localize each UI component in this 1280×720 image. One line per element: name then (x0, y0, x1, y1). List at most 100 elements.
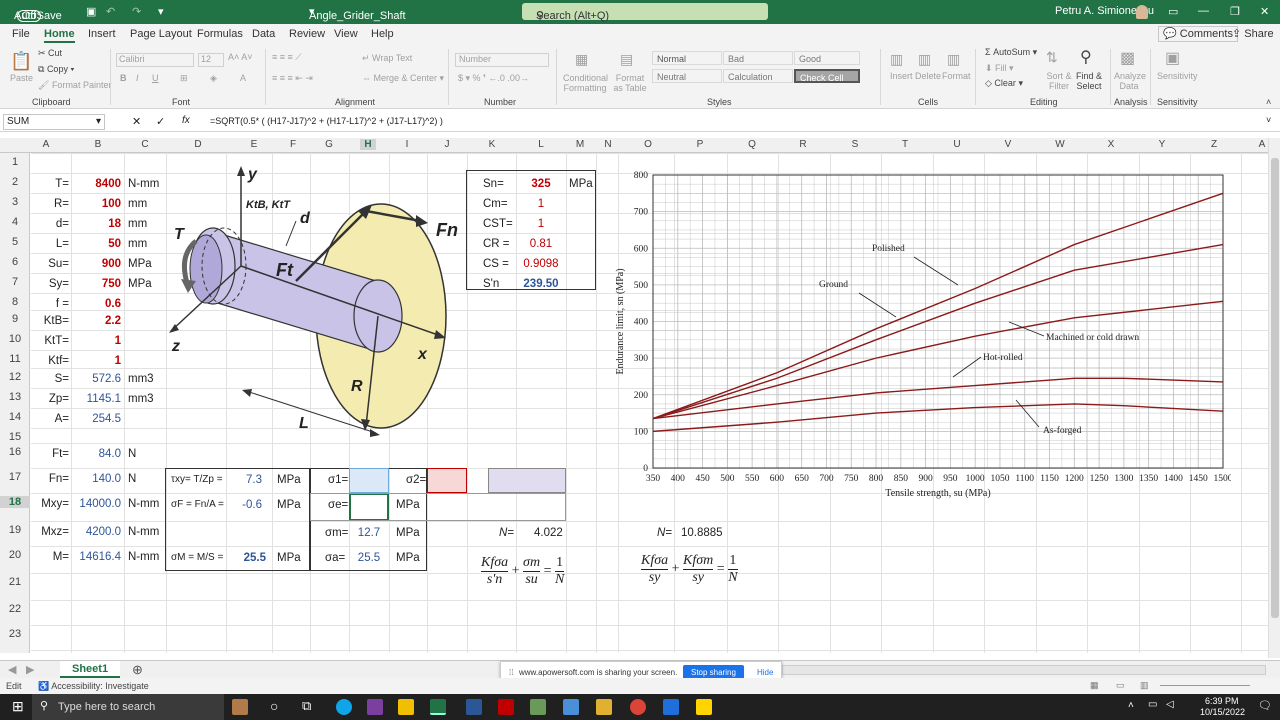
row-header-19[interactable]: 19 (0, 524, 30, 536)
input-value[interactable]: 84.0 (71, 448, 121, 460)
borders-icon[interactable]: ⊞ (180, 73, 188, 84)
row-header-6[interactable]: 6 (0, 256, 30, 268)
network-icon[interactable]: ▭ (1148, 699, 1157, 710)
analyze-data-button[interactable]: Analyze Data (1114, 71, 1146, 91)
row-header-17[interactable]: 17 (0, 471, 30, 483)
column-header-4[interactable]: E (246, 139, 262, 150)
input-value[interactable]: 1145.1 (71, 393, 121, 405)
onenote-icon[interactable] (367, 699, 383, 715)
row-header-18[interactable]: 18 (0, 496, 30, 508)
style-neutral[interactable]: Neutral (652, 69, 722, 83)
autosave-toggle[interactable]: Off (17, 10, 41, 22)
column-header-8[interactable]: I (399, 139, 415, 150)
bold-button[interactable]: B (120, 73, 127, 83)
name-box[interactable]: SUM ▾ (3, 114, 105, 130)
input-value[interactable]: 18 (71, 218, 121, 230)
vertical-scroll-thumb[interactable] (1271, 158, 1279, 618)
row-header-13[interactable]: 13 (0, 391, 30, 403)
notifications-icon[interactable]: 🗨 (1258, 699, 1272, 712)
column-header-7[interactable]: H (360, 139, 376, 150)
taskbar-search[interactable]: ⚲ Type here to search (32, 694, 224, 720)
input-unit[interactable]: N (128, 473, 136, 485)
input-label[interactable]: Sy= (31, 278, 69, 290)
input-unit[interactable]: mm3 (128, 393, 154, 405)
column-header-14[interactable]: O (640, 139, 656, 150)
cancel-icon[interactable]: ✕ (132, 115, 141, 128)
row-header-8[interactable]: 8 (0, 296, 30, 308)
input-value[interactable]: 4200.0 (71, 526, 121, 538)
tray-arrow-icon[interactable]: ˄ (1128, 700, 1134, 711)
autosum-button[interactable]: Σ AutoSum ▾ (985, 47, 1037, 58)
column-header-10[interactable]: K (484, 139, 500, 150)
folder-icon[interactable] (596, 699, 612, 715)
column-header-20[interactable]: U (949, 139, 965, 150)
row-header-10[interactable]: 10 (0, 333, 30, 345)
view-page-break-icon[interactable]: ▥ (1140, 680, 1149, 691)
number-format-select[interactable]: Number (455, 53, 549, 67)
input-unit[interactable]: MPa (128, 278, 152, 290)
minimize-icon[interactable]: — (1198, 5, 1209, 17)
wrap-text-button[interactable]: ↵ Wrap Text (362, 53, 412, 64)
column-header-25[interactable]: Z (1206, 139, 1222, 150)
input-unit[interactable]: N-mm (128, 551, 159, 563)
sheet-tab-sheet1[interactable]: Sheet1 (60, 661, 121, 678)
align-top-icon[interactable]: ≡ ≡ ≡ ⟋ (272, 52, 302, 63)
row-header-14[interactable]: 14 (0, 411, 30, 423)
input-label[interactable]: Ktf= (31, 355, 69, 367)
tab-view[interactable]: View (334, 28, 358, 40)
input-label[interactable]: S= (31, 373, 69, 385)
chrome-icon[interactable] (630, 699, 646, 715)
column-header-23[interactable]: X (1103, 139, 1119, 150)
insert-function-icon[interactable]: fx (182, 115, 190, 126)
input-value[interactable]: 900 (71, 258, 121, 270)
clock-time[interactable]: 6:39 PM (1205, 696, 1239, 706)
input-label[interactable]: Fn= (31, 473, 69, 485)
row-header-15[interactable]: 15 (0, 431, 30, 443)
input-unit[interactable]: N (128, 448, 136, 460)
input-value[interactable]: 50 (71, 238, 121, 250)
row-header-2[interactable]: 2 (0, 176, 30, 188)
cut-button[interactable]: ✂ Cut (38, 48, 62, 59)
input-unit[interactable]: mm3 (128, 373, 154, 385)
row-header-1[interactable]: 1 (0, 156, 30, 168)
column-header-5[interactable]: F (285, 139, 301, 150)
n-goodman-value[interactable]: 4.022 (534, 527, 563, 539)
skype-icon[interactable] (336, 699, 352, 715)
italic-button[interactable]: I (136, 73, 139, 83)
undo-icon[interactable]: ↶ (106, 5, 115, 18)
row-header-12[interactable]: 12 (0, 371, 30, 383)
column-header-18[interactable]: S (847, 139, 863, 150)
app-icon-blue[interactable] (563, 699, 579, 715)
acrobat-icon[interactable] (498, 699, 514, 715)
prev-sheet-icon[interactable]: ◀ (8, 663, 16, 676)
underline-button[interactable]: U (152, 73, 159, 83)
clear-button[interactable]: ◇ Clear ▾ (985, 78, 1023, 89)
align-left-icon[interactable]: ≡ ≡ ≡ ⇤ ⇥ (272, 73, 313, 84)
paste-icon[interactable]: 📋 (10, 51, 32, 72)
volume-icon[interactable]: ◁ (1166, 699, 1174, 710)
clock-date[interactable]: 10/15/2022 (1200, 707, 1245, 717)
n-yield-label[interactable]: N= (657, 527, 672, 539)
input-unit[interactable]: N-mm (128, 498, 159, 510)
column-header-24[interactable]: Y (1154, 139, 1170, 150)
format-as-table-button[interactable]: Format as Table (612, 73, 648, 93)
input-label[interactable]: M= (31, 551, 69, 563)
share-button[interactable]: ⇪ Share (1232, 27, 1274, 40)
merge-center-button[interactable]: ⇔ Merge & Center ▾ (362, 73, 444, 84)
cortana-icon[interactable]: ○ (270, 698, 278, 714)
input-label[interactable]: KtB= (31, 315, 69, 327)
column-header-12[interactable]: M (572, 139, 588, 150)
customize-qat-icon[interactable]: ▾ (158, 5, 164, 18)
column-header-0[interactable]: A (38, 139, 54, 150)
sensitivity-button[interactable]: Sensitivity (1157, 71, 1198, 81)
row-header-7[interactable]: 7 (0, 276, 30, 288)
word-icon[interactable] (466, 699, 482, 715)
tab-formulas[interactable]: Formulas (197, 28, 243, 40)
row-header-16[interactable]: 16 (0, 446, 30, 458)
n-yield-value[interactable]: 10.8885 (681, 527, 723, 539)
input-label[interactable]: Ft= (31, 448, 69, 460)
style-calculation[interactable]: Calculation (723, 69, 793, 83)
input-unit[interactable]: MPa (128, 258, 152, 270)
tab-review[interactable]: Review (289, 28, 325, 40)
style-bad[interactable]: Bad (723, 51, 793, 65)
